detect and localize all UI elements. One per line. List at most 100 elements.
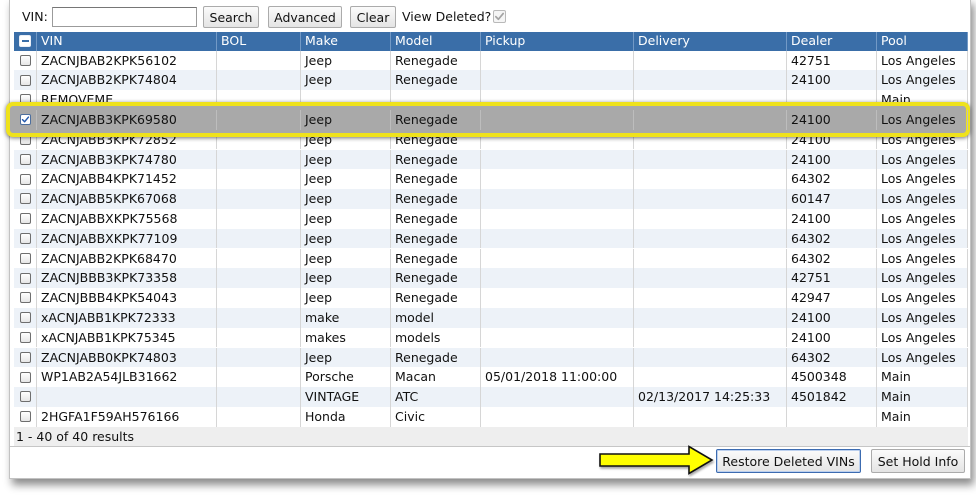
cell-vin: xACNJABB1KPK75345 <box>37 327 217 348</box>
row-checkbox[interactable] <box>19 411 31 423</box>
row-select-cell <box>14 189 37 209</box>
cell-model: Renegade <box>391 208 481 229</box>
advanced-button[interactable]: Advanced <box>268 6 342 28</box>
row-checkbox[interactable] <box>19 74 31 86</box>
column-header-vin[interactable]: VIN <box>37 32 217 51</box>
row-select-cell <box>14 50 37 71</box>
cell-dealer: 24100 <box>787 70 877 91</box>
cell-bol <box>217 347 301 368</box>
row-checkbox[interactable] <box>19 252 31 264</box>
table-row[interactable]: 2HGFA1F59AH576166 Honda Civic Main <box>14 406 968 427</box>
cell-pickup: 05/01/2018 11:00:00 <box>481 367 634 388</box>
row-checkbox[interactable] <box>19 173 31 185</box>
cell-make: make <box>301 307 391 328</box>
table-row[interactable]: ZACNJABB4KPK71452 Jeep Renegade 64302 Los An… <box>14 169 968 190</box>
table-row[interactable]: ZACNJABBXKPK75568 Jeep Renegade 24100 Los An… <box>14 208 968 229</box>
row-checkbox[interactable] <box>19 213 31 225</box>
table-row[interactable]: ZACNJABB3KPK74780 Jeep Renegade 24100 Los An… <box>14 149 968 170</box>
table-row[interactable]: ZACNJABB2KPK68470 Jeep Renegade 64302 Los An… <box>14 248 968 269</box>
view-deleted-checkbox[interactable] <box>493 10 506 23</box>
cell-dealer: 42947 <box>787 288 877 308</box>
restore-deleted-vins-button[interactable]: Restore Deleted VINs <box>716 449 861 473</box>
row-checkbox[interactable] <box>19 351 31 363</box>
table-row[interactable]: ZACNJABB0KPK74803 Jeep Renegade 64302 Los An… <box>14 347 968 368</box>
row-checkbox[interactable] <box>19 292 31 304</box>
row-checkbox[interactable] <box>19 272 31 284</box>
cell-delivery <box>634 70 787 91</box>
select-all-checkbox[interactable] <box>19 35 31 48</box>
cell-make: Jeep <box>301 208 391 229</box>
minus-icon <box>21 40 29 43</box>
cell-bol <box>217 406 301 427</box>
column-header-dealer[interactable]: Dealer <box>787 32 877 51</box>
row-checkbox[interactable] <box>19 332 31 344</box>
row-select-cell <box>14 288 37 308</box>
cell-dealer: 60147 <box>787 189 877 209</box>
cell-make: Jeep <box>301 50 391 71</box>
cell-delivery <box>634 189 787 209</box>
table-row[interactable]: WP1AB2A54JLB31662 Porsche Macan 05/01/2018 … <box>14 367 968 388</box>
cell-model: Renegade <box>391 149 481 170</box>
table-row[interactable]: ZACNJABBXKPK77109 Jeep Renegade 64302 Los An… <box>14 228 968 249</box>
table-row[interactable]: VINTAGE ATC 02/13/2017 14:25:33 4501842 Main <box>14 387 968 407</box>
table-row[interactable]: ZACNJABB2KPK74804 Jeep Renegade 24100 Los An… <box>14 70 968 91</box>
column-header-make[interactable]: Make <box>301 32 391 51</box>
cell-pickup <box>481 189 634 209</box>
select-all-cell <box>14 32 37 51</box>
cell-pickup <box>481 50 634 71</box>
row-checkbox[interactable] <box>19 371 31 383</box>
cell-vin: xACNJABB1KPK72333 <box>37 307 217 328</box>
cell-vin: ZACNJBAB2KPK56102 <box>37 50 217 71</box>
table-row[interactable]: ZACNJBBB4KPK54043 Jeep Renegade 42947 Los An… <box>14 288 968 308</box>
cell-delivery <box>634 347 787 368</box>
cell-pickup <box>481 347 634 368</box>
cell-dealer: 24100 <box>787 208 877 229</box>
cell-dealer: 42751 <box>787 50 877 71</box>
table-row[interactable]: ZACNJBBB3KPK73358 Jeep Renegade 42751 Los An… <box>14 268 968 289</box>
cell-pickup <box>481 307 634 328</box>
row-checkbox[interactable] <box>19 312 31 324</box>
vin-search-input[interactable] <box>52 7 197 27</box>
table-row[interactable]: ZACNJABB5KPK67068 Jeep Renegade 60147 Los An… <box>14 189 968 209</box>
table-row[interactable]: xACNJABB1KPK75345 makes models 24100 Los Ang… <box>14 327 968 348</box>
table-row[interactable]: ZACNJBAB2KPK56102 Jeep Renegade 42751 Los An… <box>14 50 968 71</box>
cell-delivery <box>634 367 787 388</box>
cell-model: model <box>391 307 481 328</box>
cell-dealer: 64302 <box>787 248 877 269</box>
cell-pickup <box>481 327 634 348</box>
cell-bol <box>217 70 301 91</box>
row-checkbox[interactable] <box>19 391 31 403</box>
row-select-cell <box>14 307 37 328</box>
set-hold-info-button[interactable]: Set Hold Info <box>871 449 965 473</box>
row-checkbox[interactable] <box>19 193 31 205</box>
table-row[interactable]: xACNJABB1KPK72333 make model 24100 Los Angel… <box>14 307 968 328</box>
row-checkbox[interactable] <box>19 114 31 126</box>
row-checkbox[interactable] <box>19 54 31 66</box>
cell-make: Jeep <box>301 149 391 170</box>
cell-pickup <box>481 70 634 91</box>
row-checkbox[interactable] <box>19 233 31 245</box>
cell-delivery <box>634 248 787 269</box>
cell-vin: ZACNJBBB3KPK73358 <box>37 268 217 289</box>
cell-model: Renegade <box>391 288 481 308</box>
cell-model: Civic <box>391 406 481 427</box>
column-header-pickup[interactable]: Pickup <box>481 32 634 51</box>
column-header-bol[interactable]: BOL <box>217 32 301 51</box>
cell-bol <box>217 327 301 348</box>
cell-pool: Los Angeles <box>877 189 968 209</box>
search-button[interactable]: Search <box>203 6 259 28</box>
cell-pickup <box>481 228 634 249</box>
column-header-pool[interactable]: Pool <box>877 32 968 51</box>
cell-vin: ZACNJABB4KPK71452 <box>37 169 217 190</box>
cell-make: Jeep <box>301 109 391 130</box>
row-checkbox[interactable] <box>19 153 31 165</box>
cell-bol <box>217 208 301 229</box>
clear-button[interactable]: Clear <box>350 6 396 28</box>
cell-delivery <box>634 109 787 130</box>
cell-delivery: 02/13/2017 14:25:33 <box>634 387 787 407</box>
column-header-model[interactable]: Model <box>391 32 481 51</box>
column-header-delivery[interactable]: Delivery <box>634 32 787 51</box>
selected-table-row[interactable]: ZACNJABB3KPK69580 Jeep Renegade 24100 Los An… <box>6 101 970 137</box>
cell-pickup <box>481 406 634 427</box>
arrow-right-icon <box>599 445 714 475</box>
